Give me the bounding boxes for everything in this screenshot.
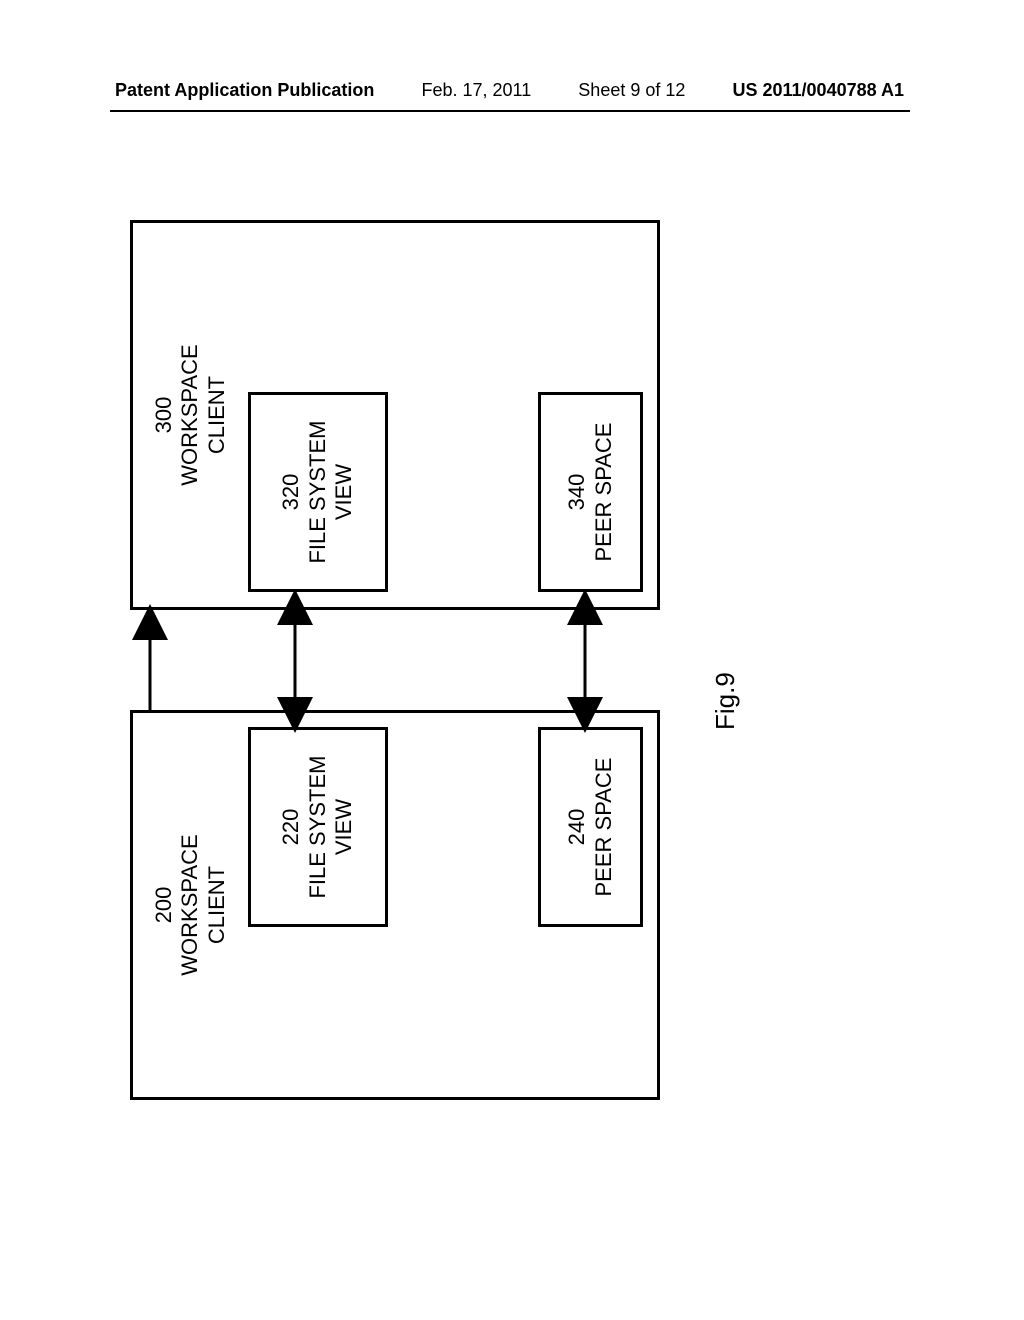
publication-number: US 2011/0040788 A1 (732, 80, 903, 101)
diagram-container: 200 WORKSPACE CLIENT 220 FILE SYSTEM VIE… (110, 200, 680, 1120)
figure-label: Fig.9 (710, 672, 741, 730)
page-header: Patent Application Publication Feb. 17, … (0, 80, 1024, 101)
publication-label: Patent Application Publication (115, 80, 374, 101)
sheet-number: Sheet 9 of 12 (578, 80, 685, 101)
publication-date: Feb. 17, 2011 (421, 80, 531, 101)
header-divider (110, 110, 910, 112)
diagram: 200 WORKSPACE CLIENT 220 FILE SYSTEM VIE… (110, 200, 680, 1120)
page: Patent Application Publication Feb. 17, … (0, 0, 1024, 1320)
diagram-arrows (110, 200, 680, 1120)
